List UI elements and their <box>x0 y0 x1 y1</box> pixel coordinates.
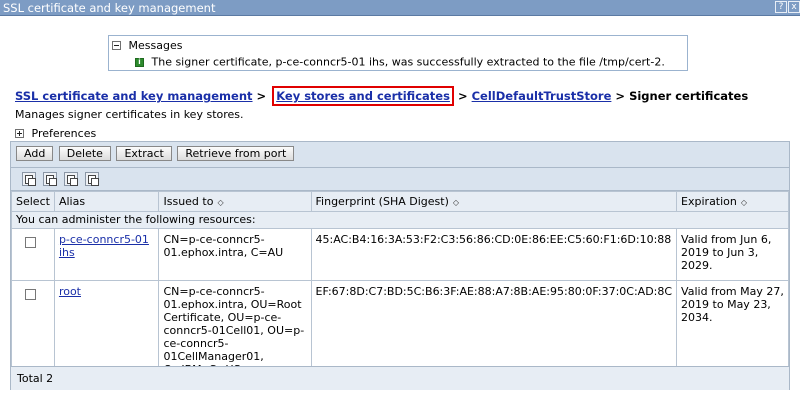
preferences-toggle[interactable]: Preferences <box>15 126 96 140</box>
info-icon: i <box>135 57 144 67</box>
select-all-icon[interactable] <box>22 172 36 186</box>
breadcrumb-link-key-stores[interactable]: Key stores and certificates <box>276 89 450 103</box>
close-icon[interactable]: x <box>788 1 800 13</box>
breadcrumb-link-ssl-management[interactable]: SSL certificate and key management <box>15 89 253 103</box>
breadcrumb: SSL certificate and key management > Key… <box>15 86 749 106</box>
expand-plus-icon[interactable] <box>15 128 24 138</box>
table-row: p-ce-conncr5-01 ihs CN=p-ce-conncr5-01.e… <box>11 228 789 281</box>
breadcrumb-separator: > <box>457 89 468 103</box>
table-icon-toolbar <box>11 167 789 191</box>
fingerprint-cell: 45:AC:B4:16:3A:53:F2:C3:56:86:CD:0E:86:E… <box>310 228 678 281</box>
alias-link[interactable]: p-ce-conncr5-01 ihs <box>59 233 149 259</box>
table-header-row: Select Alias Issued to ◇ Fingerprint (SHA… <box>11 191 789 212</box>
retrieve-from-port-button[interactable]: Retrieve from port <box>177 146 295 161</box>
button-toolbar: Add Delete Extract Retrieve from port <box>16 146 296 163</box>
row-checkbox[interactable] <box>25 289 36 300</box>
total-count: Total 2 <box>11 366 789 390</box>
alias-cell: p-ce-conncr5-01 ihs <box>53 228 160 281</box>
message-item: i The signer certificate, p-ce-conncr5-0… <box>135 55 665 69</box>
preferences-label: Preferences <box>31 126 97 140</box>
extract-button[interactable]: Extract <box>116 146 172 161</box>
expiration-cell: Valid from Jun 6, 2019 to Jun 3, 2029. <box>676 228 789 281</box>
column-header-select: Select <box>11 191 55 212</box>
column-header-alias[interactable]: Alias <box>53 191 160 212</box>
message-text: The signer certificate, p-ce-conncr5-01 … <box>151 55 665 69</box>
breadcrumb-current: Signer certificates <box>629 89 749 103</box>
add-button[interactable]: Add <box>16 146 54 161</box>
deselect-all-icon[interactable] <box>43 172 57 186</box>
sort-icon[interactable]: ◇ <box>217 198 223 207</box>
show-filter-icon[interactable] <box>64 172 78 186</box>
signer-certificates-panel: Add Delete Extract Retrieve from port Se… <box>10 141 790 390</box>
column-header-issued-to[interactable]: Issued to ◇ <box>158 191 312 212</box>
collapse-minus-icon[interactable] <box>112 40 121 50</box>
breadcrumb-separator: > <box>615 89 626 103</box>
messages-panel: Messages i The signer certificate, p-ce-… <box>108 35 688 71</box>
column-header-fingerprint[interactable]: Fingerprint (SHA Digest) ◇ <box>310 191 678 212</box>
delete-button[interactable]: Delete <box>58 146 111 161</box>
column-header-expiration[interactable]: Expiration ◇ <box>676 191 789 212</box>
messages-header[interactable]: Messages <box>112 38 182 52</box>
title-bar: SSL certificate and key management ? x <box>0 0 800 16</box>
breadcrumb-separator: > <box>256 89 267 103</box>
select-cell <box>11 228 55 281</box>
issued-to-cell: CN=p-ce-conncr5-01.ephox.intra, C=AU <box>158 228 312 281</box>
page-description: Manages signer certificates in key store… <box>15 108 244 121</box>
sort-icon[interactable]: ◇ <box>741 198 747 207</box>
window-title: SSL certificate and key management <box>3 1 216 15</box>
row-checkbox[interactable] <box>25 237 36 248</box>
breadcrumb-highlight-box: Key stores and certificates <box>272 86 454 106</box>
help-icon[interactable]: ? <box>775 1 787 13</box>
signer-certificates-table: Select Alias Issued to ◇ Fingerprint (SHA… <box>11 191 789 381</box>
clear-filter-icon[interactable] <box>85 172 99 186</box>
alias-link[interactable]: root <box>59 285 81 298</box>
messages-label: Messages <box>128 38 183 52</box>
sort-icon[interactable]: ◇ <box>453 198 459 207</box>
breadcrumb-link-trust-store[interactable]: CellDefaultTrustStore <box>472 89 612 103</box>
admin-note: You can administer the following resourc… <box>11 211 789 229</box>
admin-note-row: You can administer the following resourc… <box>11 211 789 229</box>
